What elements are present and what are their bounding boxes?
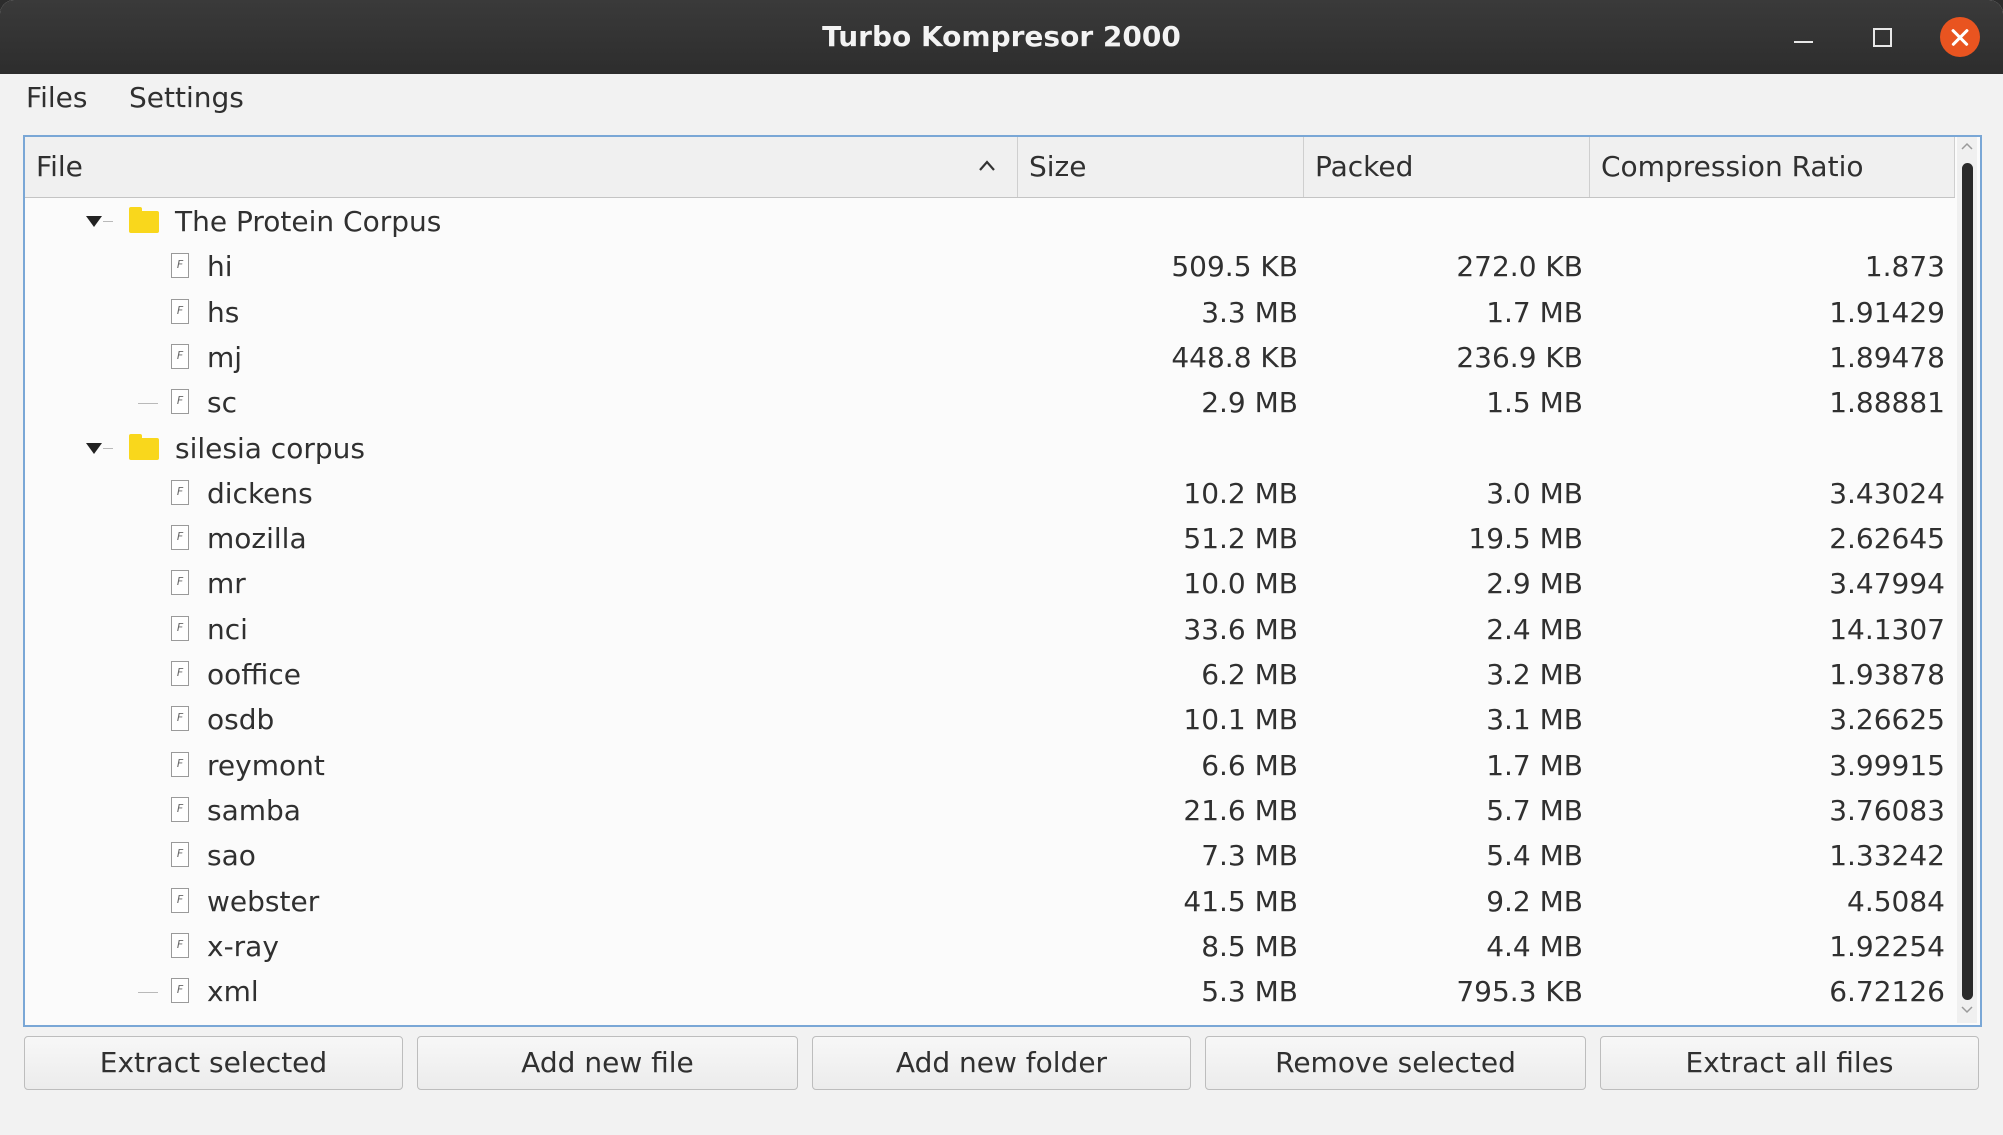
column-header-file[interactable]: File bbox=[25, 137, 1018, 197]
file-compression-ratio: 3.76083 bbox=[1829, 793, 1945, 827]
column-header-label: File bbox=[36, 150, 83, 183]
expand-toggle-icon[interactable] bbox=[86, 216, 102, 227]
folder-icon bbox=[129, 433, 159, 460]
file-row[interactable]: Fmj 448.8 KB 236.9 KB 1.89478 bbox=[25, 335, 1955, 380]
column-header-packed[interactable]: Packed bbox=[1304, 137, 1590, 197]
remove-selected-button[interactable]: Remove selected bbox=[1205, 1036, 1586, 1090]
vertical-scrollbar[interactable] bbox=[1957, 137, 1977, 1023]
file-compression-ratio: 3.26625 bbox=[1829, 703, 1945, 737]
menu-settings[interactable]: Settings bbox=[129, 74, 244, 122]
file-row[interactable]: Fsc 2.9 MB 1.5 MB 1.88881 bbox=[25, 380, 1955, 425]
table-header: File Size Packed Compression Ratio bbox=[25, 137, 1955, 198]
file-row[interactable]: Freymont 6.6 MB 1.7 MB 3.99915 bbox=[25, 743, 1955, 788]
folder-icon bbox=[129, 207, 159, 233]
file-compression-ratio: 1.88881 bbox=[1829, 386, 1945, 420]
title-bar[interactable]: Turbo Kompresor 2000 bbox=[0, 0, 2003, 74]
file-row[interactable]: Fnci 33.6 MB 2.4 MB 14.1307 bbox=[25, 607, 1955, 652]
tree-line bbox=[103, 447, 113, 449]
folder-row[interactable]: silesia corpus bbox=[25, 426, 1955, 471]
file-row[interactable]: Fooffice 6.2 MB 3.2 MB 1.93878 bbox=[25, 652, 1955, 697]
folder-name: The Protein Corpus bbox=[175, 205, 442, 238]
close-icon[interactable] bbox=[1940, 17, 1980, 57]
scrollbar-thumb[interactable] bbox=[1962, 163, 1973, 1000]
add-new-file-button[interactable]: Add new file bbox=[417, 1036, 798, 1090]
file-row[interactable]: Fx-ray 8.5 MB 4.4 MB 1.92254 bbox=[25, 924, 1955, 969]
file-compression-ratio: 2.62645 bbox=[1829, 522, 1945, 556]
menu-bar: Files Settings bbox=[0, 74, 2003, 122]
file-row[interactable]: Fmr 10.0 MB 2.9 MB 3.47994 bbox=[25, 561, 1955, 606]
extract-selected-button[interactable]: Extract selected bbox=[24, 1036, 403, 1090]
maximize-icon[interactable] bbox=[1862, 18, 1900, 56]
file-row[interactable]: Fxml 5.3 MB 795.3 KB 6.72126 bbox=[25, 969, 1955, 1014]
file-compression-ratio: 14.1307 bbox=[1829, 612, 1945, 646]
folder-row[interactable]: The Protein Corpus bbox=[25, 199, 1955, 244]
column-header-size[interactable]: Size bbox=[1018, 137, 1304, 197]
column-header-compression-ratio[interactable]: Compression Ratio bbox=[1590, 137, 1955, 197]
file-compression-ratio: 1.91429 bbox=[1829, 295, 1945, 329]
file-row[interactable]: Fmozilla 51.2 MB 19.5 MB 2.62645 bbox=[25, 516, 1955, 561]
file-compression-ratio: 1.873 bbox=[1864, 250, 1945, 284]
minimize-icon[interactable] bbox=[1784, 18, 1822, 56]
extract-all-files-button[interactable]: Extract all files bbox=[1600, 1036, 1979, 1090]
file-row[interactable]: Fsao 7.3 MB 5.4 MB 1.33242 bbox=[25, 833, 1955, 878]
file-row[interactable]: Fsamba 21.6 MB 5.7 MB 3.76083 bbox=[25, 788, 1955, 833]
app-window: Turbo Kompresor 2000 Files Settings File… bbox=[0, 0, 2003, 1135]
file-compression-ratio: 1.93878 bbox=[1829, 658, 1945, 691]
folder-name: silesia corpus bbox=[175, 431, 365, 465]
file-tree-table[interactable]: File Size Packed Compression Ratio The P… bbox=[23, 135, 1982, 1027]
scroll-down-icon[interactable] bbox=[1961, 1003, 1973, 1015]
file-row[interactable]: Fdickens 10.2 MB 3.0 MB 3.43024 bbox=[25, 471, 1955, 516]
file-compression-ratio: 4.5084 bbox=[1847, 884, 1945, 918]
scroll-up-icon[interactable] bbox=[1961, 141, 1973, 153]
tree-line bbox=[103, 221, 113, 222]
file-compression-ratio: 3.99915 bbox=[1829, 748, 1945, 782]
sort-ascending-icon bbox=[979, 160, 995, 171]
window-title: Turbo Kompresor 2000 bbox=[822, 20, 1181, 53]
file-compression-ratio: 3.47994 bbox=[1829, 567, 1945, 601]
file-row[interactable]: Fwebster 41.5 MB 9.2 MB 4.5084 bbox=[25, 879, 1955, 924]
file-row[interactable]: Fhi 509.5 KB 272.0 KB 1.873 bbox=[25, 244, 1955, 289]
add-new-folder-button[interactable]: Add new folder bbox=[812, 1036, 1191, 1090]
file-compression-ratio: 1.33242 bbox=[1829, 839, 1945, 873]
file-compression-ratio: 3.43024 bbox=[1829, 476, 1945, 510]
menu-files[interactable]: Files bbox=[26, 74, 87, 122]
file-row[interactable]: Fhs 3.3 MB 1.7 MB 1.91429 bbox=[25, 290, 1955, 335]
expand-toggle-icon[interactable] bbox=[86, 442, 102, 454]
file-row[interactable]: Fosdb 10.1 MB 3.1 MB 3.26625 bbox=[25, 697, 1955, 742]
file-compression-ratio: 1.92254 bbox=[1829, 929, 1945, 963]
file-compression-ratio: 6.72126 bbox=[1829, 975, 1945, 1009]
file-compression-ratio: 1.89478 bbox=[1829, 340, 1945, 374]
